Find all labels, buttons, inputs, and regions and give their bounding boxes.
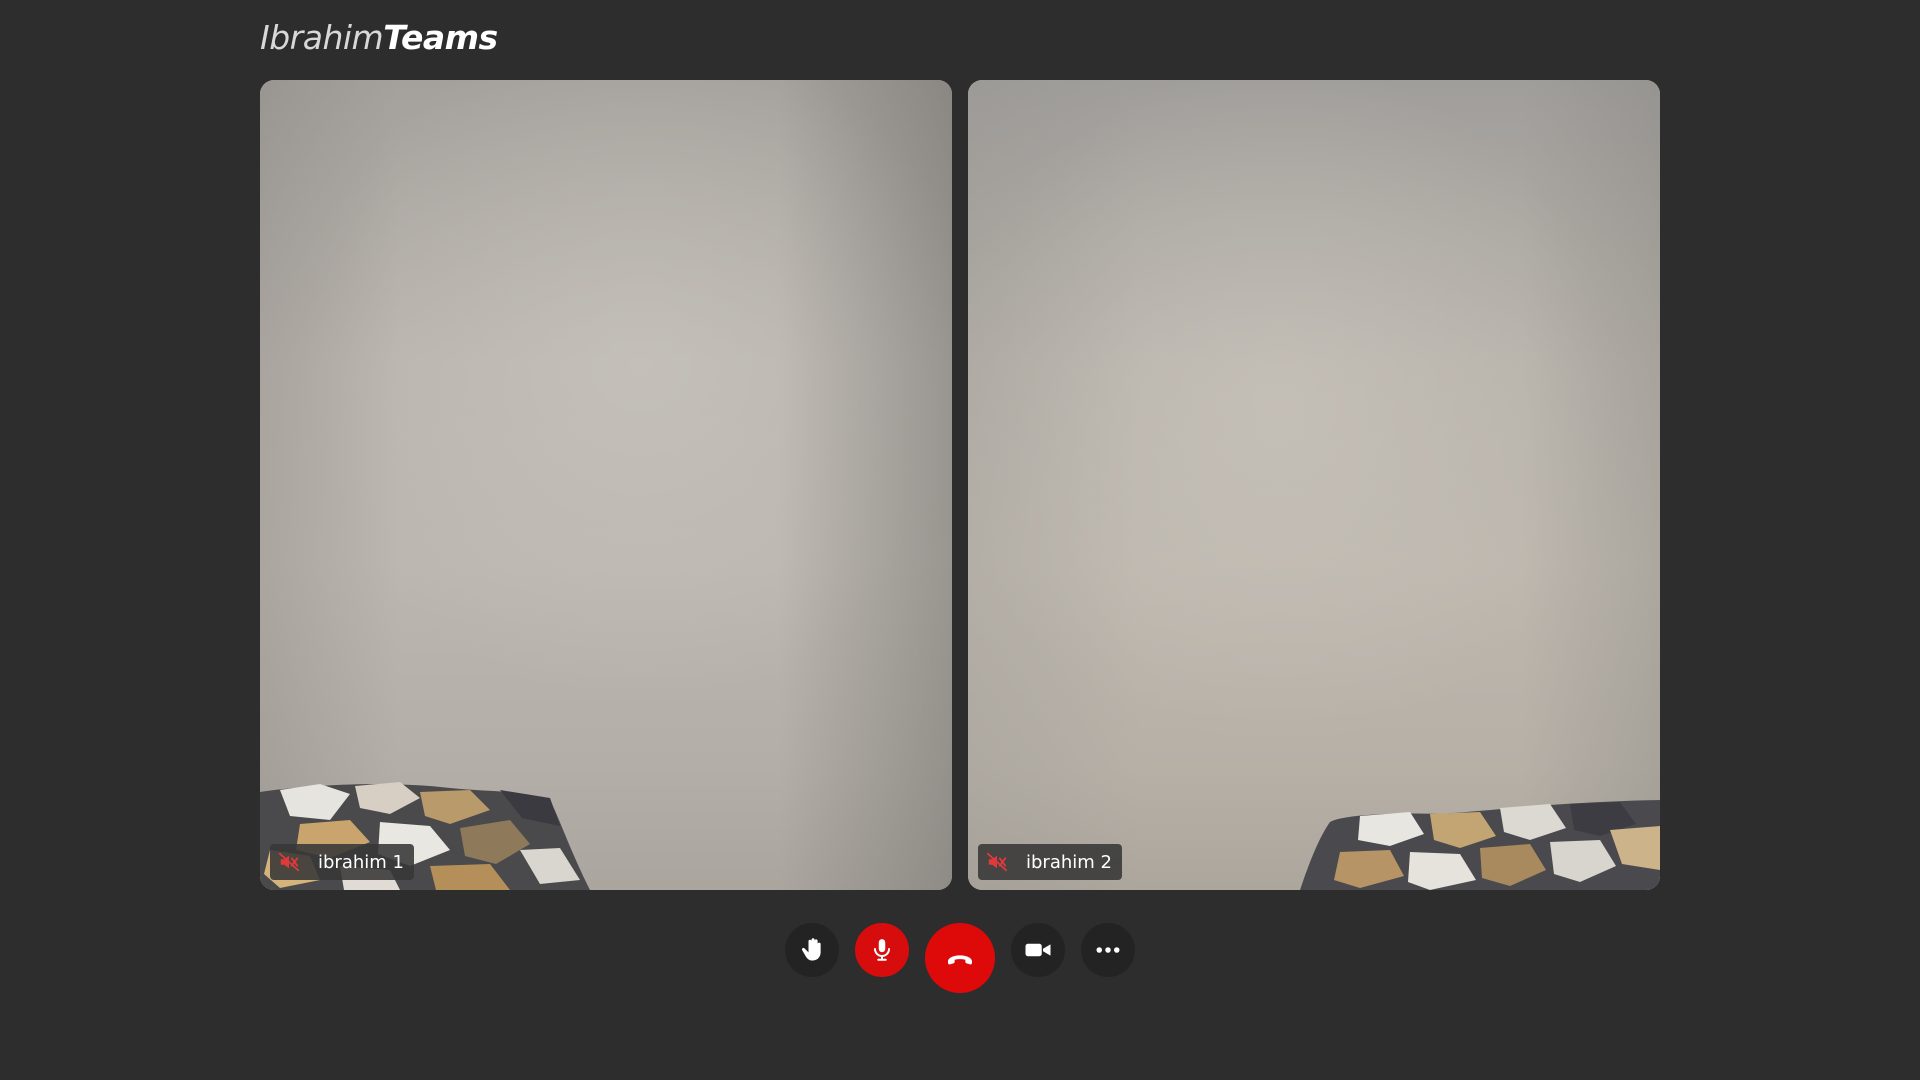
logo-bold-text: Teams bbox=[383, 18, 498, 57]
participant-name-badge: ibrahim 2 bbox=[978, 844, 1122, 880]
call-controls bbox=[0, 920, 1920, 993]
meeting-app: Ibrahim Teams ibrahim 1 ibrahim 2 bbox=[0, 0, 1920, 1080]
more-options-icon bbox=[1096, 947, 1120, 953]
muted-speaker-icon bbox=[278, 851, 300, 873]
participant-name: ibrahim 1 bbox=[318, 851, 404, 873]
microphone-button[interactable] bbox=[855, 923, 909, 977]
hang-up-icon bbox=[948, 955, 972, 965]
video-feed bbox=[260, 80, 952, 890]
participant-name-badge: ibrahim 1 bbox=[270, 844, 414, 880]
raise-hand-icon bbox=[802, 938, 821, 961]
more-options-button[interactable] bbox=[1081, 923, 1135, 977]
microphone-icon bbox=[873, 939, 891, 961]
video-camera-icon bbox=[1025, 943, 1051, 957]
video-feed-fabric bbox=[1300, 800, 1660, 890]
end-call-button[interactable] bbox=[925, 923, 995, 993]
video-grid: ibrahim 1 ibrahim 2 bbox=[260, 80, 1660, 890]
participant-video-tile[interactable]: ibrahim 2 bbox=[968, 80, 1660, 890]
video-feed bbox=[968, 80, 1660, 890]
muted-speaker-icon bbox=[986, 851, 1008, 873]
participant-video-tile[interactable]: ibrahim 1 bbox=[260, 80, 952, 890]
app-logo: Ibrahim Teams bbox=[260, 18, 498, 62]
participant-name: ibrahim 2 bbox=[1026, 851, 1112, 873]
logo-light-text: Ibrahim bbox=[260, 18, 384, 57]
camera-button[interactable] bbox=[1011, 923, 1065, 977]
raise-hand-button[interactable] bbox=[785, 923, 839, 977]
